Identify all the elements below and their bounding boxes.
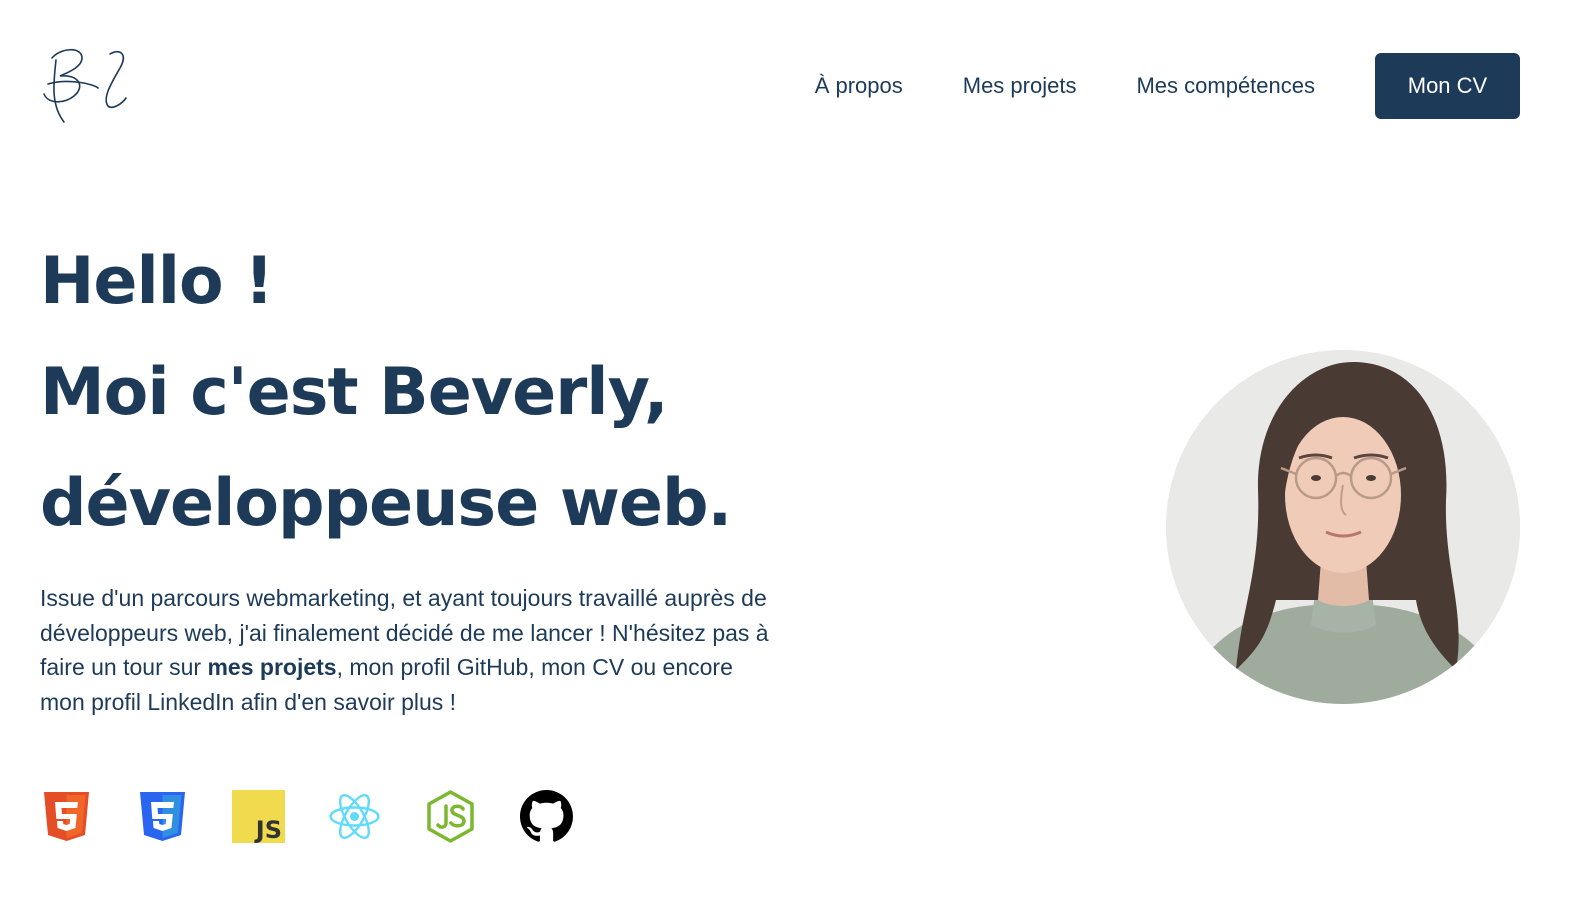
profile-portrait-illustration [1166, 350, 1520, 704]
cv-button[interactable]: Mon CV [1375, 53, 1520, 119]
logo-signature-icon [43, 48, 127, 123]
profile-photo [1166, 350, 1520, 704]
nav-link-projects[interactable]: Mes projets [963, 73, 1077, 99]
intro-paragraph: Issue d'un parcours webmarketing, et aya… [40, 581, 780, 719]
page: À propos Mes projets Mes compétences Mon… [0, 0, 1594, 918]
hero-line-2: Moi c'est Beverly, [40, 355, 669, 430]
tech-icons: JS [40, 790, 616, 843]
hero-title: Hello ! Moi c'est Beverly, développeuse … [40, 226, 732, 559]
react-icon [328, 790, 381, 843]
main-nav: À propos Mes projets Mes compétences Mon… [815, 53, 1520, 119]
logo[interactable] [38, 44, 134, 128]
html5-icon [40, 790, 93, 843]
css3-icon [136, 790, 189, 843]
hero-line-3: développeuse web. [40, 466, 732, 541]
nodejs-icon [424, 790, 477, 843]
projects-link-label: mes projets [207, 654, 337, 680]
javascript-icon: JS [232, 790, 285, 843]
hero-line-1: Hello ! [40, 244, 274, 319]
javascript-icon-label: JS [254, 816, 282, 843]
nav-link-about[interactable]: À propos [815, 73, 903, 99]
nav-link-skills[interactable]: Mes compétences [1136, 73, 1315, 99]
github-icon[interactable] [520, 790, 573, 843]
projects-link[interactable]: mes projets [207, 654, 336, 680]
